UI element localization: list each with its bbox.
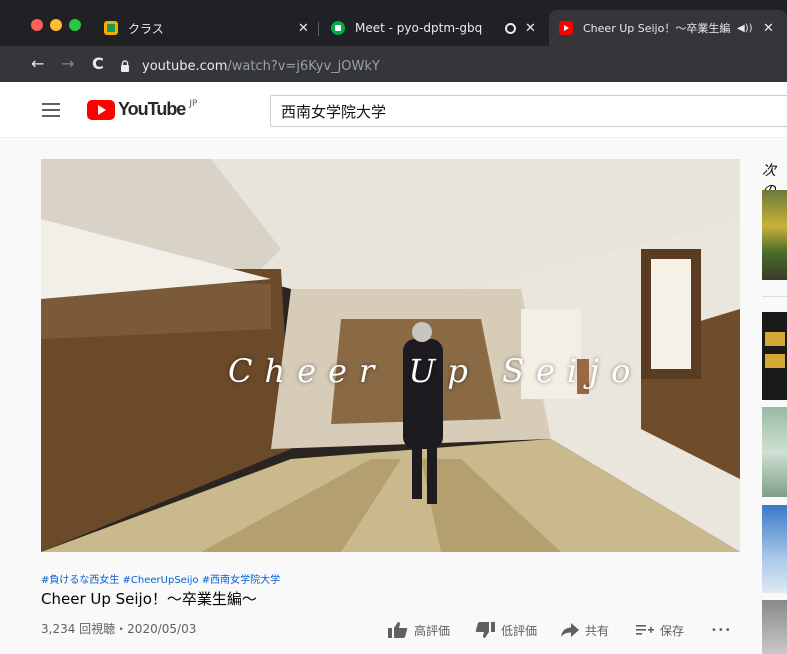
search-input[interactable]: 西南女学院大学 (270, 95, 787, 127)
like-label: 高評価 (414, 623, 451, 638)
tab-label: Cheer Up Seijo！〜卒業生編 (583, 22, 731, 35)
lock-icon[interactable] (120, 60, 130, 72)
like-button[interactable]: 高評価 (388, 620, 450, 640)
dislike-label: 低評価 (501, 623, 538, 638)
back-arrow-icon[interactable]: ← (31, 54, 44, 74)
thumbnail-text-graphic (765, 332, 785, 346)
browser-tab-youtube[interactable]: Cheer Up Seijo！〜卒業生編 ◀)) ✕ (549, 10, 787, 46)
address-bar[interactable]: youtube.com/watch?v=j6Kyv_jOWkY (120, 56, 380, 76)
tab-divider (318, 22, 319, 36)
classroom-icon (104, 21, 118, 35)
tab-label: Meet - pyo-dptm-gbq (355, 21, 483, 35)
save-button[interactable]: 保存 (636, 620, 684, 640)
video-hashtags[interactable]: #負けるな西女生 #CheerUpSeijo #西南女学院大学 (41, 571, 280, 586)
audio-playing-icon[interactable]: ◀)) (737, 23, 753, 34)
sidebar-divider (762, 296, 787, 297)
maximize-window-button[interactable] (69, 19, 81, 31)
browser-tab-meet[interactable]: Meet - pyo-dptm-gbq ✕ (331, 10, 539, 46)
up-next-thumbnail[interactable] (762, 407, 787, 497)
youtube-logo[interactable]: YouTube JP (87, 99, 197, 120)
close-tab-icon[interactable]: ✕ (298, 21, 309, 36)
youtube-header: YouTube JP 西南女学院大学 (0, 82, 787, 138)
close-tab-icon[interactable]: ✕ (525, 21, 536, 36)
url-path: /watch?v=j6Kyv_jOWkY (227, 58, 380, 74)
close-window-button[interactable] (31, 19, 43, 31)
youtube-play-icon (87, 99, 115, 120)
share-arrow-icon (561, 623, 579, 637)
browser-tab-bar: クラス ✕ Meet - pyo-dptm-gbq ✕ Cheer Up Sei… (0, 0, 787, 46)
menu-icon[interactable] (42, 103, 60, 117)
up-next-thumbnail[interactable] (762, 505, 787, 593)
youtube-icon (559, 21, 573, 35)
browser-toolbar: ← → C (0, 46, 787, 82)
thumbnail-text-graphic (765, 354, 785, 368)
dislike-button[interactable]: 低評価 (475, 620, 537, 640)
minimize-window-button[interactable] (50, 19, 62, 31)
region-code: JP (189, 99, 198, 109)
share-label: 共有 (585, 623, 610, 638)
browser-tab-classroom[interactable]: クラス ✕ (104, 10, 319, 46)
more-icon: ••• (711, 624, 732, 636)
meet-icon (331, 21, 345, 35)
close-tab-icon[interactable]: ✕ (763, 21, 774, 36)
url-host: youtube.com (142, 58, 228, 74)
video-overlay-title: Cheer Up Seijo (228, 352, 643, 390)
tab-label: クラス (128, 21, 164, 36)
thumbs-up-icon (388, 622, 408, 638)
recording-indicator-icon (505, 22, 516, 34)
video-title: Cheer Up Seijo！〜卒業生編〜 (41, 590, 257, 608)
up-next-thumbnail[interactable] (762, 190, 787, 280)
reload-icon[interactable]: C (92, 54, 104, 74)
thumbs-down-icon (475, 622, 495, 638)
up-next-thumbnail[interactable] (762, 312, 787, 400)
add-to-playlist-icon (636, 623, 654, 637)
save-label: 保存 (660, 623, 685, 638)
youtube-wordmark: YouTube (118, 99, 186, 119)
forward-arrow-icon[interactable]: → (61, 54, 74, 74)
up-next-thumbnail[interactable] (762, 600, 787, 654)
more-actions-button[interactable]: ••• (711, 620, 732, 640)
video-view-count-date: 3,234 回視聴・2020/05/03 (41, 622, 197, 636)
share-button[interactable]: 共有 (561, 620, 609, 640)
